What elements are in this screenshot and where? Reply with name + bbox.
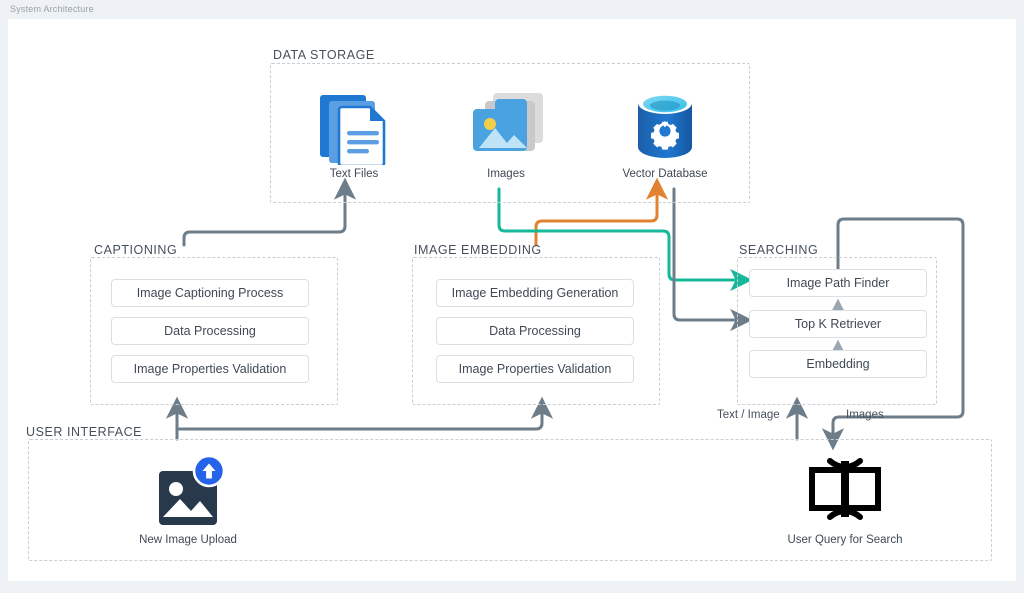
wire-ui-to-image-embedding: [175, 396, 554, 431]
query-book-icon: [809, 458, 881, 520]
images-icon: [473, 93, 543, 151]
window-title: System Architecture: [10, 4, 94, 14]
group-label-captioning: CAPTIONING: [94, 243, 178, 257]
node-user-query-for-search[interactable]: User Query for Search: [770, 455, 920, 546]
captioning-step-image-properties-validation[interactable]: Image Properties Validation: [111, 355, 309, 383]
image-upload-icon: [159, 455, 226, 525]
searching-step-top-k-retriever[interactable]: Top K Retriever: [749, 310, 927, 338]
captioning-step-image-captioning-process[interactable]: Image Captioning Process: [111, 279, 309, 307]
wire-vector-db-to-top-k-retriever: [672, 187, 753, 332]
searching-step-image-path-finder[interactable]: Image Path Finder: [749, 269, 927, 297]
node-label-vector-database: Vector Database: [622, 168, 708, 180]
edge-label-images: Images: [846, 409, 884, 421]
searching-step-embedding[interactable]: Embedding: [749, 350, 927, 378]
vector-database-icon: [638, 92, 692, 158]
edge-label-text-image: Text / Image: [717, 409, 780, 421]
node-label-images: Images: [487, 168, 525, 180]
embedding-step-image-embedding-generation[interactable]: Image Embedding Generation: [436, 279, 634, 307]
embedding-step-image-properties-validation[interactable]: Image Properties Validation: [436, 355, 634, 383]
node-label-new-image-upload: New Image Upload: [139, 534, 237, 546]
node-new-image-upload[interactable]: New Image Upload: [123, 455, 253, 546]
node-vector-database[interactable]: Vector Database: [615, 85, 715, 180]
node-label-text-files: Text Files: [329, 168, 379, 180]
group-label-image-embedding: IMAGE EMBEDDING: [414, 243, 542, 257]
diagram-canvas: DATA STORAGE Text Files Images Vector Da…: [8, 19, 1016, 581]
captioning-step-data-processing[interactable]: Data Processing: [111, 317, 309, 345]
node-label-user-query-for-search: User Query for Search: [787, 534, 903, 546]
diagram-root: System Architecture DATA STORAGE Text Fi…: [0, 0, 1024, 593]
group-label-user-interface: USER INTERFACE: [26, 425, 143, 439]
text-files-icon: [320, 95, 386, 165]
group-label-searching: SEARCHING: [739, 243, 819, 257]
group-label-data-storage: DATA STORAGE: [273, 48, 375, 62]
node-images[interactable]: Images: [456, 87, 556, 180]
node-text-files[interactable]: Text Files: [304, 87, 404, 180]
embedding-step-data-processing[interactable]: Data Processing: [436, 317, 634, 345]
